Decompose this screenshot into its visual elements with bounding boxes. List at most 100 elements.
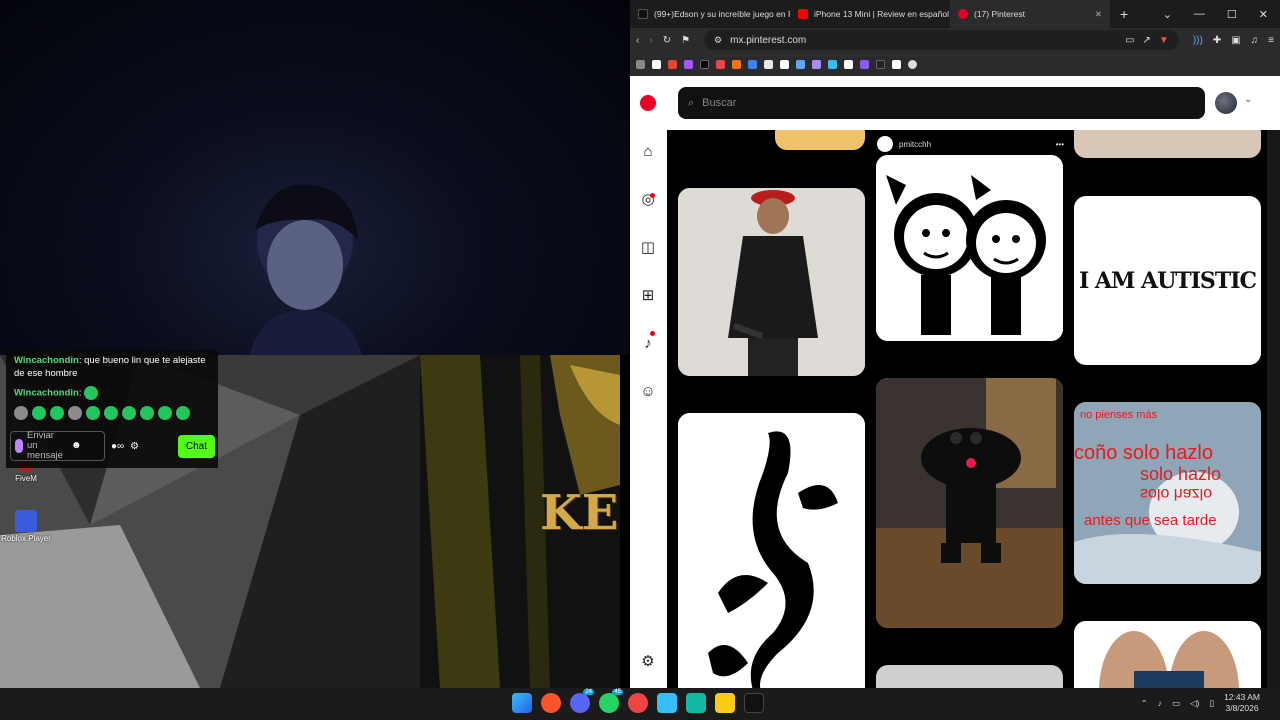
notification-dot xyxy=(650,331,655,336)
emote-icon[interactable] xyxy=(122,406,136,420)
pin-card[interactable] xyxy=(1074,130,1261,158)
maximize-button[interactable]: ☐ xyxy=(1227,8,1237,21)
tab-list-button[interactable]: ⌄ xyxy=(1163,8,1172,21)
chevron-down-icon[interactable]: ⌄ xyxy=(1244,94,1252,105)
search-placeholder: Buscar xyxy=(702,97,737,109)
bookmark-icon[interactable] xyxy=(748,59,757,69)
bookmark-icon[interactable] xyxy=(876,59,885,69)
bookmark-icon[interactable] xyxy=(652,59,661,69)
battery-icon[interactable]: ▯ xyxy=(1209,698,1214,709)
chat-input[interactable]: Enviar un mensaje ☻ xyxy=(10,431,105,461)
minimize-button[interactable]: — xyxy=(1194,8,1205,21)
bookmark-icon[interactable] xyxy=(812,59,821,69)
media-player-icon[interactable] xyxy=(628,693,648,713)
pin-card[interactable]: no pienses más coño solo hazlo solo hazl… xyxy=(1074,402,1261,584)
tab-youtube[interactable]: iPhone 13 Mini | Review en español xyxy=(790,0,950,28)
pinterest-logo-icon[interactable] xyxy=(635,90,661,116)
bookmark-icon[interactable] xyxy=(732,59,741,69)
gear-icon[interactable]: ⚙ xyxy=(130,440,139,453)
bookmark-icon[interactable] xyxy=(780,59,789,69)
start-icon[interactable] xyxy=(512,693,532,713)
new-tab-button[interactable]: + xyxy=(1110,6,1138,22)
owner-avatar[interactable] xyxy=(877,136,893,152)
bell-icon[interactable]: ♪ xyxy=(635,330,661,356)
tab-pinterest[interactable]: (17) Pinterest ✕ xyxy=(950,0,1110,28)
close-window-button[interactable]: ✕ xyxy=(1259,8,1268,21)
reload-button[interactable]: ↻ xyxy=(663,35,671,46)
volume-icon[interactable]: ◁) xyxy=(1190,698,1199,709)
avatar[interactable] xyxy=(1215,92,1237,114)
points-icon[interactable]: ●∞ xyxy=(111,440,124,453)
pin-card[interactable] xyxy=(1074,621,1261,688)
mic-icon[interactable]: ♪ xyxy=(1158,698,1162,708)
home-icon[interactable]: ⌂ xyxy=(635,138,661,164)
emoji-icon[interactable]: ☻ xyxy=(71,441,82,451)
bookmark-icon[interactable] xyxy=(716,59,725,69)
share-icon[interactable]: ↗ xyxy=(1143,35,1151,46)
bookmark-icon[interactable] xyxy=(796,59,805,69)
brave-icon[interactable] xyxy=(541,693,561,713)
desktop-icon-roblox[interactable]: Roblox Player xyxy=(0,510,52,543)
site-info-icon[interactable]: ⚙ xyxy=(714,35,722,46)
bookmark-icon[interactable] xyxy=(828,59,837,69)
back-button[interactable]: ‹ xyxy=(636,35,639,46)
emote-icon[interactable] xyxy=(104,406,118,420)
emote-icon[interactable] xyxy=(32,406,46,420)
network-icon[interactable]: ▭ xyxy=(1172,698,1180,709)
pin-card[interactable] xyxy=(876,155,1063,341)
pin-card[interactable] xyxy=(876,665,1063,688)
discord-icon[interactable]: 24 xyxy=(570,689,594,713)
bookmark-icon[interactable] xyxy=(908,59,917,69)
app-icon[interactable] xyxy=(686,693,706,713)
media-icon[interactable]: ♫ xyxy=(1251,35,1259,46)
pin-card[interactable] xyxy=(775,130,865,150)
bookmark-icon[interactable] xyxy=(684,59,693,69)
whatsapp-icon[interactable]: 45 xyxy=(599,689,623,713)
apps-icon[interactable] xyxy=(636,59,645,69)
emote-icon[interactable] xyxy=(176,406,190,420)
bookmark-icon[interactable] xyxy=(892,59,901,69)
messages-icon[interactable]: ☺ xyxy=(635,378,661,404)
bookmark-icon[interactable] xyxy=(700,59,709,69)
brave-shield-icon[interactable]: ▼ xyxy=(1159,35,1169,46)
menu-icon[interactable]: ≡ xyxy=(1268,35,1274,46)
emote-icon[interactable] xyxy=(140,406,154,420)
forward-button[interactable]: › xyxy=(649,35,652,46)
pin-card[interactable] xyxy=(678,413,865,688)
notepad-icon[interactable] xyxy=(657,693,677,713)
sidebar-icon[interactable]: ▣ xyxy=(1231,35,1240,46)
chat-send-button[interactable]: Chat xyxy=(177,434,215,458)
search-input[interactable]: ⌕ Buscar xyxy=(678,87,1205,119)
pin-card[interactable] xyxy=(876,378,1063,628)
bookmark-icon[interactable]: ⚑ xyxy=(681,35,690,46)
scrollbar[interactable] xyxy=(1267,130,1280,688)
emote-icon[interactable] xyxy=(68,406,82,420)
emote-icon[interactable] xyxy=(14,406,28,420)
bookmark-icon[interactable] xyxy=(860,59,869,69)
explore-icon[interactable]: ◎ xyxy=(635,186,661,212)
pin-card[interactable] xyxy=(678,188,865,376)
wallet-icon[interactable]: ))) xyxy=(1193,35,1203,46)
app-icon[interactable] xyxy=(744,693,764,713)
pin-owner-name[interactable]: pmitcchh xyxy=(899,140,931,149)
cast-icon[interactable]: ▭ xyxy=(1125,35,1134,46)
more-options-icon[interactable]: ••• xyxy=(1056,140,1064,149)
emote-icon[interactable] xyxy=(50,406,64,420)
create-icon[interactable]: ⊞ xyxy=(635,282,661,308)
clock[interactable]: 12:43 AM 3/8/2026 xyxy=(1224,692,1260,714)
file-explorer-icon[interactable] xyxy=(715,693,735,713)
settings-icon[interactable]: ⚙ xyxy=(635,648,661,674)
bookmark-icon[interactable] xyxy=(764,59,773,69)
gmail-icon[interactable] xyxy=(668,59,677,69)
pin-card[interactable]: I AM AUTISTIC xyxy=(1074,196,1261,365)
boards-icon[interactable]: ◫ xyxy=(635,234,661,260)
emote-icon[interactable] xyxy=(158,406,172,420)
extensions-icon[interactable]: ✚ xyxy=(1213,35,1221,46)
url-field[interactable]: ⚙ mx.pinterest.com ▭ ↗ ▼ xyxy=(704,30,1179,50)
tab-kick[interactable]: (99+)Edson y su increíble juego en Fr xyxy=(630,0,790,28)
mic-icon[interactable] xyxy=(15,439,23,453)
emote-icon[interactable] xyxy=(86,406,100,420)
chevron-up-icon[interactable]: ⌃ xyxy=(1141,698,1148,709)
bookmark-icon[interactable] xyxy=(844,59,853,69)
close-tab-icon[interactable]: ✕ xyxy=(1095,9,1102,20)
